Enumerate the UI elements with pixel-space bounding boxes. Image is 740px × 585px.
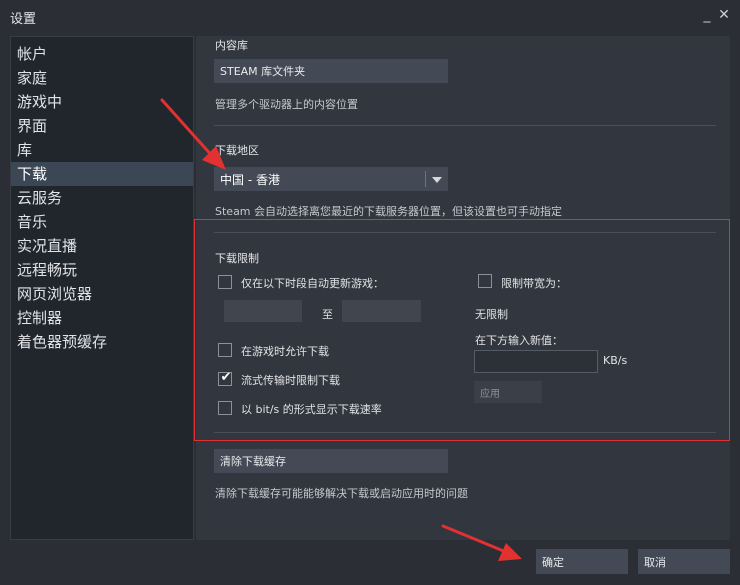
sidebar-item-cloud[interactable]: 云服务 [11,186,193,210]
content-library-description: 管理多个驱动器上的内容位置 [215,98,358,111]
cancel-button[interactable]: 取消 [638,549,730,574]
title-bar: 设置 _ ✕ [0,0,740,32]
allow-while-playing-label: 在游戏时允许下载 [241,345,329,358]
checkmark-icon: ✔ [220,370,232,385]
chevron-down-icon [432,177,442,183]
dropdown-divider [425,171,426,187]
sidebar-item-shader-cache[interactable]: 着色器预缓存 [11,330,193,354]
clear-download-cache-button[interactable]: 清除下载缓存 [214,449,448,473]
window-title: 设置 [10,12,37,27]
limit-bandwidth-checkbox[interactable] [478,274,492,288]
allow-while-playing-checkbox[interactable] [218,343,232,357]
download-region-select[interactable]: 中国 - 香港 [214,167,448,191]
time-separator: 至 [322,308,333,321]
download-region-description: Steam 会自动选择离您最近的下载服务器位置，但该设置也可手动指定 [215,205,563,218]
close-icon[interactable]: ✕ [715,6,733,24]
bits-display-checkbox[interactable] [218,401,232,415]
minimize-icon[interactable]: _ [698,6,716,24]
steam-library-folders-button[interactable]: STEAM 库文件夹 [214,59,448,83]
sidebar-item-downloads[interactable]: 下载 [11,162,193,186]
bandwidth-input[interactable] [474,350,598,373]
sidebar-item-music[interactable]: 音乐 [11,210,193,234]
settings-sidebar: 帐户 家庭 游戏中 界面 库 下载 云服务 音乐 实况直播 远程畅玩 网页浏览器… [10,36,194,540]
auto-update-label: 仅在以下时段自动更新游戏： [241,277,384,290]
content-library-heading: 内容库 [215,39,248,52]
sidebar-item-family[interactable]: 家庭 [11,66,193,90]
unlimited-text: 无限制 [475,308,508,321]
end-time-input[interactable] [342,300,421,322]
download-region-heading: 下载地区 [215,144,259,157]
start-time-input[interactable] [224,300,302,322]
bandwidth-unit: KB/s [603,354,628,367]
sidebar-item-broadcasting[interactable]: 实况直播 [11,234,193,258]
ok-button[interactable]: 确定 [536,549,628,574]
throttle-streaming-label: 流式传输时限制下载 [241,374,340,387]
auto-update-checkbox[interactable] [218,275,232,289]
divider [214,125,716,126]
sidebar-item-remote-play[interactable]: 远程畅玩 [11,258,193,282]
sidebar-item-web-browser[interactable]: 网页浏览器 [11,282,193,306]
bits-display-label: 以 bit/s 的形式显示下载速率 [241,403,382,416]
sidebar-item-library[interactable]: 库 [11,138,193,162]
apply-button[interactable]: 应用 [474,381,542,403]
download-region-value: 中国 - 香港 [220,172,280,187]
sidebar-item-account[interactable]: 帐户 [11,42,193,66]
sidebar-item-controller[interactable]: 控制器 [11,306,193,330]
sidebar-item-in-game[interactable]: 游戏中 [11,90,193,114]
clear-cache-description: 清除下载缓存可能能够解决下载或启动应用时的问题 [215,487,468,500]
divider [214,432,716,433]
sidebar-item-interface[interactable]: 界面 [11,114,193,138]
limit-bandwidth-label: 限制带宽为： [501,277,567,290]
throttle-streaming-checkbox[interactable]: ✔ [218,370,232,386]
download-limits-heading: 下载限制 [215,252,259,265]
enter-new-value-label: 在下方输入新值： [475,334,563,347]
